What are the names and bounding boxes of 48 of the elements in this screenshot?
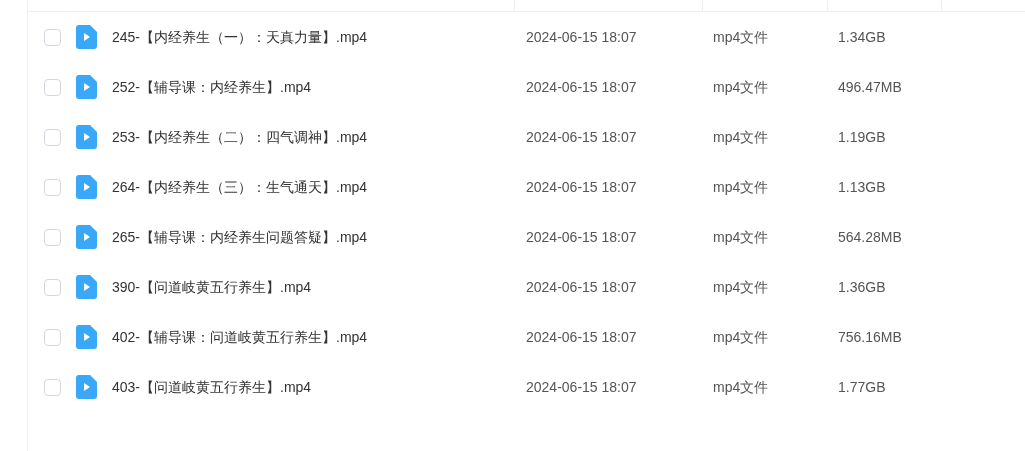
file-type: mp4文件 xyxy=(713,378,769,395)
video-file-icon xyxy=(76,75,97,99)
video-file-icon xyxy=(76,25,97,49)
file-name[interactable]: 265-【辅导课：内经养生问题答疑】.mp4 xyxy=(112,226,368,248)
checkbox[interactable] xyxy=(44,28,61,46)
file-name[interactable]: 402-【辅导课：问道岐黄五行养生】.mp4 xyxy=(112,326,368,348)
modified-date: 2024-06-15 18:07 xyxy=(526,278,637,295)
file-size: 1.77GB xyxy=(838,378,886,395)
video-file-icon xyxy=(76,225,97,249)
video-file-icon xyxy=(76,275,97,299)
file-name[interactable]: 264-【内经养生（三）：生气通天】.mp4 xyxy=(112,176,368,198)
video-file-icon xyxy=(76,325,97,349)
modified-date: 2024-06-15 18:07 xyxy=(526,378,637,395)
checkbox[interactable] xyxy=(44,178,61,196)
modified-date: 2024-06-15 18:07 xyxy=(526,328,637,345)
file-type: mp4文件 xyxy=(713,278,769,295)
file-size: 756.16MB xyxy=(838,328,902,345)
file-size: 1.34GB xyxy=(838,28,886,45)
modified-date: 2024-06-15 18:07 xyxy=(526,28,637,45)
file-name[interactable]: 252-【辅导课：内经养生】.mp4 xyxy=(112,76,312,98)
file-type: mp4文件 xyxy=(713,178,769,195)
file-size: 1.36GB xyxy=(838,278,886,295)
file-type: mp4文件 xyxy=(713,28,769,45)
checkbox[interactable] xyxy=(44,378,61,396)
file-name[interactable]: 245-【内经养生（一）：天真力量】.mp4 xyxy=(112,26,368,48)
file-type: mp4文件 xyxy=(713,228,769,245)
video-file-icon xyxy=(76,175,97,199)
file-type: mp4文件 xyxy=(713,128,769,145)
video-file-icon xyxy=(76,375,97,399)
modified-date: 2024-06-15 18:07 xyxy=(526,178,637,195)
file-name[interactable]: 390-【问道岐黄五行养生】.mp4 xyxy=(112,276,312,298)
modified-date: 2024-06-15 18:07 xyxy=(526,228,637,245)
file-size: 1.13GB xyxy=(838,178,886,195)
checkbox[interactable] xyxy=(44,128,61,146)
checkbox[interactable] xyxy=(44,278,61,296)
file-size: 1.19GB xyxy=(838,128,886,145)
checkbox[interactable] xyxy=(44,328,61,346)
modified-date: 2024-06-15 18:07 xyxy=(526,78,637,95)
checkbox[interactable] xyxy=(44,78,61,96)
file-type: mp4文件 xyxy=(713,78,769,95)
file-name[interactable]: 253-【内经养生（二）：四气调神】.mp4 xyxy=(112,126,368,148)
checkbox[interactable] xyxy=(44,228,61,246)
modified-date: 2024-06-15 18:07 xyxy=(526,128,637,145)
file-name[interactable]: 403-【问道岐黄五行养生】.mp4 xyxy=(112,376,312,398)
file-size: 564.28MB xyxy=(838,228,902,245)
file-type: mp4文件 xyxy=(713,328,769,345)
file-size: 496.47MB xyxy=(838,78,902,95)
video-file-icon xyxy=(76,125,97,149)
